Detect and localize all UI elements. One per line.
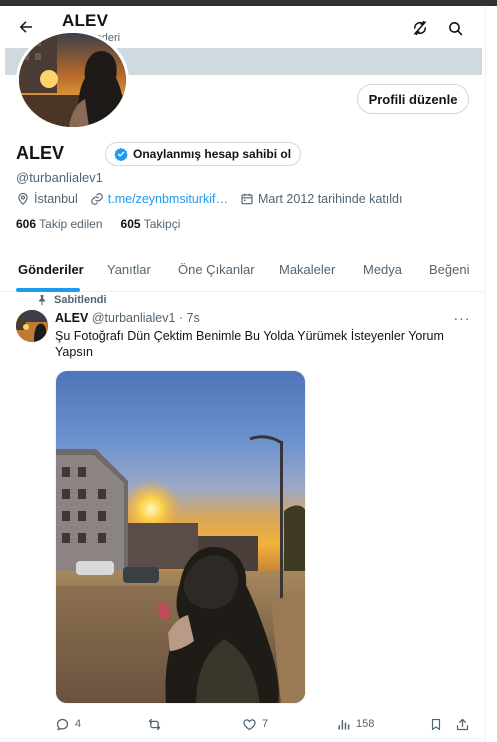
tab-likes[interactable]: Beğeni xyxy=(429,246,469,292)
following-label: Takip edilen xyxy=(39,217,103,231)
reply-button[interactable]: 4 xyxy=(55,714,81,734)
search-icon xyxy=(448,21,462,35)
profile-tabs: Gönderiler Yanıtlar Öne Çıkanlar Makalel… xyxy=(0,246,485,292)
calendar-icon xyxy=(241,193,253,205)
profile-avatar[interactable] xyxy=(16,30,129,130)
repost-button[interactable] xyxy=(147,714,167,734)
link-icon xyxy=(90,193,103,205)
tweet-actions: 4 7 158 xyxy=(55,714,475,734)
tweet-divider xyxy=(0,738,485,739)
edit-profile-button[interactable]: Profili düzenle xyxy=(357,84,469,114)
tab-posts[interactable]: Gönderiler xyxy=(18,246,84,292)
get-verified-button[interactable]: Onaylanmış hesap sahibi ol xyxy=(105,142,302,166)
repost-icon xyxy=(148,718,161,730)
pinned-indicator: Sabitlendi xyxy=(36,294,107,306)
heart-icon xyxy=(243,718,256,730)
link-text[interactable]: t.me/zeynbmsiturkif… xyxy=(108,192,228,206)
more-options-icon[interactable]: ··· xyxy=(450,309,474,327)
followers-label: Takipçi xyxy=(143,217,181,231)
views-button[interactable]: 158 xyxy=(336,714,374,734)
tab-articles[interactable]: Makaleler xyxy=(279,246,335,292)
share-icon xyxy=(456,718,469,730)
avatar-photo xyxy=(19,33,126,127)
back-button[interactable] xyxy=(12,13,40,41)
profile-link[interactable]: t.me/zeynbmsiturkif… xyxy=(90,192,228,206)
location-pin-icon xyxy=(18,192,28,206)
location-text: İstanbul xyxy=(34,192,78,206)
verified-badge-icon xyxy=(114,147,128,161)
tab-replies[interactable]: Yanıtlar xyxy=(107,246,151,292)
share-button[interactable] xyxy=(455,714,470,734)
profile-joined: Mart 2012 tarihinde katıldı xyxy=(240,192,403,206)
active-tab-indicator xyxy=(16,288,80,292)
get-verified-label: Onaylanmış hesap sahibi ol xyxy=(133,147,292,161)
pinned-label: Sabitlendi xyxy=(54,294,107,306)
tweet-header: ALEV @turbanlialev1 · 7s xyxy=(55,311,200,325)
following-link[interactable]: 606 Takip edilen xyxy=(16,217,103,231)
profile-column: ALEV 525 gönderi xyxy=(0,6,486,742)
profile-location: İstanbul xyxy=(16,192,78,206)
tweet-handle-time[interactable]: @turbanlialev1 · 7s xyxy=(92,311,200,325)
like-button[interactable]: 7 xyxy=(242,714,268,734)
profile-meta: İstanbul t.me/zeynbmsiturkif… Mart 2012 … xyxy=(16,190,414,208)
reply-icon xyxy=(56,718,69,730)
tab-media[interactable]: Medya xyxy=(363,246,402,292)
tweet-avatar-photo xyxy=(16,310,48,342)
tweet-author-name[interactable]: ALEV xyxy=(55,311,88,325)
tweet-photo-image xyxy=(56,371,305,703)
sync-off-icon xyxy=(413,20,427,36)
followers-count: 605 xyxy=(120,217,141,231)
joined-text: Mart 2012 tarihinde katıldı xyxy=(257,192,403,206)
views-count: 158 xyxy=(356,718,375,730)
back-arrow-icon xyxy=(19,21,32,33)
like-count: 7 xyxy=(262,718,269,730)
profile-handle: @turbanlialev1 xyxy=(16,170,103,185)
follow-stats: 606 Takip edilen 605 Takipçi xyxy=(16,217,180,231)
pin-icon xyxy=(39,295,45,306)
tab-highlights[interactable]: Öne Çıkanlar xyxy=(178,246,255,292)
following-count: 606 xyxy=(16,217,37,231)
search-button[interactable] xyxy=(442,15,468,41)
profile-name: ALEV xyxy=(16,143,65,163)
sync-off-button[interactable] xyxy=(407,15,433,41)
tweet-photo[interactable] xyxy=(55,370,306,704)
followers-link[interactable]: 605 Takipçi xyxy=(121,217,181,231)
tweet-text: Şu Fotoğrafı Dün Çektim Benimle Bu Yolda… xyxy=(55,329,444,359)
header-name: ALEV xyxy=(62,11,109,30)
bookmark-button[interactable] xyxy=(429,714,443,734)
bookmark-icon xyxy=(431,718,441,730)
tweet-avatar[interactable] xyxy=(16,310,48,342)
reply-count: 4 xyxy=(75,718,82,730)
analytics-icon xyxy=(338,719,350,729)
